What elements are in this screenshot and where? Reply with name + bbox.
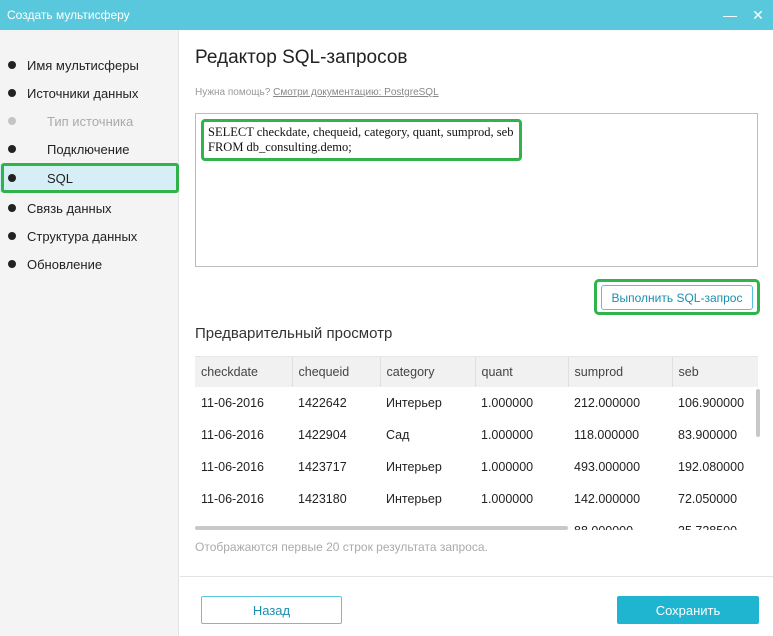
vertical-scrollbar[interactable] <box>756 389 760 437</box>
step-multisphere-name[interactable]: Имя мультисферы <box>0 51 179 79</box>
table-cell: 106.900000 <box>678 396 745 410</box>
sql-editor-panel: Редактор SQL-запросов Нужна помощь? Смот… <box>180 30 773 636</box>
table-cell: 11-06-2016 <box>201 492 265 506</box>
documentation-link[interactable]: Смотри документацию: PostgreSQL <box>273 87 439 98</box>
table-cell: Интерьер <box>386 396 442 410</box>
step-bullet-icon <box>8 145 16 153</box>
step-bullet-icon <box>8 232 16 240</box>
window-title: Создать мультисферу <box>7 8 130 22</box>
step-label: SQL <box>47 170 74 186</box>
table-cell: 1422904 <box>298 428 347 442</box>
sql-query-textarea[interactable]: SELECT checkdate, chequeid, category, qu… <box>195 113 758 267</box>
step-label: Обновление <box>27 256 103 272</box>
column-header[interactable]: chequeid <box>292 357 381 387</box>
step-label: Связь данных <box>27 200 112 216</box>
step-label: Структура данных <box>27 228 138 244</box>
table-cell: 88.000000 <box>568 515 672 530</box>
table-cell: 212.000000 <box>574 396 641 410</box>
step-source-type[interactable]: Тип источника <box>0 107 179 135</box>
table-cell: 1422642 <box>298 396 347 410</box>
step-data-sources[interactable]: Источники данных <box>0 79 179 107</box>
table-cell: Интерьер <box>386 492 442 506</box>
column-header[interactable]: category <box>380 357 476 387</box>
step-data-structure[interactable]: Структура данных <box>0 222 179 250</box>
step-connection[interactable]: Подключение <box>0 135 179 163</box>
table-cell: 72.050000 <box>678 492 738 506</box>
table-cell: 11-06-2016 <box>201 396 265 410</box>
wizard-steps-sidebar: Имя мультисферы Источники данных Тип ист… <box>0 30 179 636</box>
run-button-highlight: Выполнить SQL-запрос <box>594 279 760 315</box>
column-header[interactable]: sumprod <box>568 357 673 387</box>
column-header[interactable]: quant <box>475 357 569 387</box>
step-update[interactable]: Обновление <box>0 250 179 278</box>
close-icon[interactable]: ✕ <box>751 8 765 22</box>
window-controls: — ✕ <box>723 8 765 22</box>
table-cell: Интерьер <box>386 460 442 474</box>
table-row: 11-06-2016 1423180 Интерьер 1.000000 142… <box>195 483 758 515</box>
table-cell: 11-06-2016 <box>201 428 265 442</box>
preview-grid[interactable]: checkdate chequeid category quant sumpro… <box>195 356 758 530</box>
page-title: Редактор SQL-запросов <box>195 47 408 68</box>
minimize-icon[interactable]: — <box>723 8 737 22</box>
step-bullet-icon <box>8 174 16 182</box>
table-cell: 1423717 <box>298 460 347 474</box>
preview-table: checkdate chequeid category quant sumpro… <box>195 357 758 530</box>
table-cell: 11-06-2016 <box>201 460 265 474</box>
save-button[interactable]: Сохранить <box>617 596 759 624</box>
preview-row-limit-note: Отображаются первые 20 строк результата … <box>195 540 488 554</box>
step-bullet-icon <box>8 260 16 268</box>
step-bullet-icon <box>8 117 16 125</box>
step-data-link[interactable]: Связь данных <box>0 194 179 222</box>
create-multisphere-window: Создать мультисферу — ✕ Имя мультисферы … <box>0 0 773 636</box>
table-cell: 1.000000 <box>481 396 534 410</box>
step-bullet-icon <box>8 61 16 69</box>
sql-query-text: SELECT checkdate, chequeid, category, qu… <box>201 119 523 161</box>
table-cell: 35.728500 <box>672 515 758 530</box>
column-header[interactable]: checkdate <box>195 357 293 387</box>
table-cell: 1.000000 <box>481 428 534 442</box>
step-sql[interactable]: SQL <box>0 164 179 192</box>
table-cell: 142.000000 <box>574 492 641 506</box>
step-label: Имя мультисферы <box>27 57 139 73</box>
preview-title: Предварительный просмотр <box>195 325 393 342</box>
table-row: 11-06-2016 1422642 Интерьер 1.000000 212… <box>195 387 758 419</box>
run-sql-button[interactable]: Выполнить SQL-запрос <box>601 285 753 310</box>
step-bullet-icon <box>8 89 16 97</box>
table-row: 11-06-2016 1422904 Сад 1.000000 118.0000… <box>195 419 758 451</box>
table-cell: 1.000000 <box>481 492 534 506</box>
step-bullet-icon <box>8 204 16 212</box>
back-button[interactable]: Назад <box>201 596 342 624</box>
table-header-row: checkdate chequeid category quant sumpro… <box>195 357 758 387</box>
table-cell: 83.900000 <box>678 428 738 442</box>
horizontal-scrollbar[interactable] <box>195 526 568 530</box>
table-cell: Сад <box>386 428 410 442</box>
step-label: Подключение <box>47 141 130 157</box>
title-bar: Создать мультисферу — ✕ <box>0 0 773 30</box>
step-label: Тип источника <box>47 113 134 129</box>
table-cell: 192.080000 <box>678 460 745 474</box>
step-label: Источники данных <box>27 85 139 101</box>
table-cell: 118.000000 <box>574 428 640 442</box>
table-cell: 1.000000 <box>481 460 534 474</box>
help-line: Нужна помощь? Смотри документацию: Postg… <box>195 87 439 98</box>
help-text: Нужна помощь? <box>195 87 271 98</box>
table-cell: 493.000000 <box>574 460 641 474</box>
column-header[interactable]: seb <box>672 357 758 387</box>
dialog-footer: Назад Сохранить <box>180 576 773 636</box>
table-row: 11-06-2016 1423717 Интерьер 1.000000 493… <box>195 451 758 483</box>
table-cell: 1423180 <box>298 492 347 506</box>
